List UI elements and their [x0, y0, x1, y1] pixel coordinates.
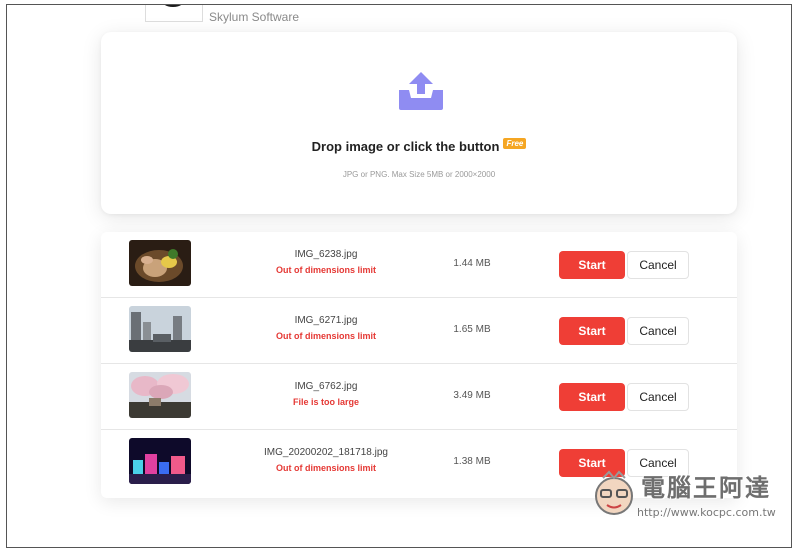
- file-thumbnail: [129, 306, 191, 352]
- file-list: IMG_6238.jpg Out of dimensions limit 1.4…: [101, 232, 737, 498]
- file-thumbnail: [129, 438, 191, 484]
- file-row: IMG_6762.jpg File is too large 3.49 MB S…: [101, 364, 737, 430]
- app-frame: Skylum Software Drop image or click the …: [6, 4, 792, 548]
- file-row: IMG_6271.jpg Out of dimensions limit 1.6…: [101, 298, 737, 364]
- cancel-button[interactable]: Cancel: [627, 317, 689, 345]
- upload-dropzone[interactable]: Drop image or click the button Free JPG o…: [101, 32, 737, 214]
- cancel-button[interactable]: Cancel: [627, 383, 689, 411]
- file-error: File is too large: [292, 397, 359, 407]
- file-size: 1.65 MB: [453, 324, 491, 335]
- file-thumbnail: [129, 240, 191, 286]
- dropzone-hint: JPG or PNG. Max Size 5MB or 2000×2000: [342, 170, 496, 179]
- file-name: IMG_20200202_181718.jpg: [264, 447, 388, 458]
- file-error: Out of dimensions limit: [275, 463, 376, 473]
- upload-icon: [399, 72, 443, 110]
- file-name: IMG_6238.jpg: [294, 249, 358, 260]
- cancel-button[interactable]: Cancel: [627, 251, 689, 279]
- file-thumbnail: [129, 372, 191, 418]
- start-button[interactable]: Start: [559, 251, 625, 279]
- start-button[interactable]: Start: [559, 317, 625, 345]
- file-name: IMG_6271.jpg: [294, 315, 358, 326]
- site-watermark: 電腦王阿達 http://www.kocpc.com.tw: [589, 466, 789, 528]
- free-badge: Free: [503, 138, 527, 149]
- file-size: 1.44 MB: [453, 258, 491, 269]
- dropzone-title: Drop image or click the button Free: [101, 138, 737, 154]
- watermark-title: 電腦王阿達: [641, 474, 771, 502]
- app-logo: [145, 5, 203, 22]
- watermark-url: http://www.kocpc.com.tw: [637, 506, 776, 519]
- start-button[interactable]: Start: [559, 383, 625, 411]
- file-error: Out of dimensions limit: [275, 331, 376, 341]
- file-row: IMG_6238.jpg Out of dimensions limit 1.4…: [101, 232, 737, 298]
- file-size: 1.38 MB: [453, 456, 491, 467]
- file-error: Out of dimensions limit: [275, 265, 376, 275]
- mascot-icon: [595, 470, 633, 515]
- file-name: IMG_6762.jpg: [294, 381, 358, 392]
- file-size: 3.49 MB: [453, 390, 491, 401]
- vendor-name: Skylum Software: [209, 10, 300, 24]
